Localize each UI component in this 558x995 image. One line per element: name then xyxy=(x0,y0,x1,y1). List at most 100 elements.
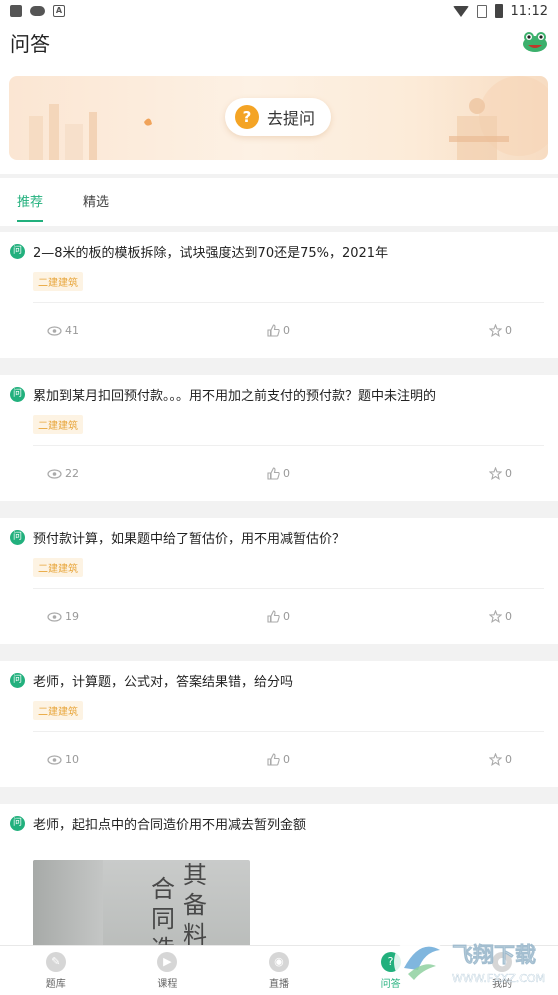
likes-count: 0 xyxy=(283,610,290,623)
status-time: 11:12 xyxy=(510,3,548,19)
favorite-button[interactable]: 0 xyxy=(489,610,512,623)
question-line: 问 2—8米的板的模板拆除，试块强度达到70还是75%，2021年 xyxy=(10,242,388,261)
views-count: 19 xyxy=(65,610,79,623)
favorite-button[interactable]: 0 xyxy=(489,753,512,766)
bottom-navigation: ✎ 题库 ▶ 课程 ◉ 直播 ? 问答 ● 我的 xyxy=(0,945,558,995)
question-card[interactable]: 问 老师，起扣点中的合同造价用不用减去暂列金额 其备料 合同造 xyxy=(0,804,558,990)
stats-row: 22 0 0 xyxy=(0,467,558,485)
question-badge: 问 xyxy=(10,530,25,545)
ask-banner: ? 去提问 xyxy=(9,76,548,160)
eye-icon xyxy=(47,468,62,479)
nav-courses[interactable]: ▶ 课程 xyxy=(112,946,224,995)
stats-row: 10 0 0 xyxy=(0,753,558,771)
like-button[interactable]: 0 xyxy=(267,324,290,337)
likes-count: 0 xyxy=(283,467,290,480)
profile-icon: ● xyxy=(492,951,513,972)
views-stat: 41 xyxy=(47,324,79,337)
category-tag: 二建建筑 xyxy=(33,558,83,577)
question-badge: 问 xyxy=(10,244,25,259)
status-bar: A 11:12 xyxy=(0,0,558,22)
tab-recommended[interactable]: 推荐 xyxy=(17,178,44,226)
question-badge: 问 xyxy=(10,387,25,402)
nav-label: 题库 xyxy=(45,978,66,990)
tab-featured[interactable]: 精选 xyxy=(83,178,109,226)
like-button[interactable]: 0 xyxy=(267,753,290,766)
views-stat: 22 xyxy=(47,467,79,480)
play-icon: ▶ xyxy=(157,951,178,972)
question-line: 问 预付款计算，如果题中给了暂估价，用不用减暂估价？ xyxy=(10,528,345,547)
question-card[interactable]: 问 累加到某月扣回预付款。。。用不用加之前支付的预付款？题中未注明的 二建建筑 … xyxy=(0,375,558,501)
stats-row: 19 0 0 xyxy=(0,610,558,628)
nav-qa[interactable]: ? 问答 xyxy=(335,946,447,995)
question-mark-icon: ? xyxy=(235,105,259,129)
nav-label: 课程 xyxy=(157,978,178,990)
nav-label: 我的 xyxy=(492,978,513,990)
question-badge: 问 xyxy=(10,816,25,831)
app-header: 问答 xyxy=(0,22,558,62)
question-text: 2—8米的板的模板拆除，试块强度达到70还是75%，2021年 xyxy=(33,246,389,261)
views-count: 22 xyxy=(65,467,79,480)
star-icon xyxy=(489,610,502,623)
nav-label: 直播 xyxy=(268,978,289,990)
like-button[interactable]: 0 xyxy=(267,610,290,623)
star-icon xyxy=(489,753,502,766)
frog-avatar-icon[interactable] xyxy=(522,31,548,53)
eye-icon xyxy=(47,325,62,336)
question-text: 老师，计算题，公式对，答案结果错，给分吗 xyxy=(33,675,294,690)
battery-icon xyxy=(494,4,503,18)
question-text: 累加到某月扣回预付款。。。用不用加之前支付的预付款？题中未注明的 xyxy=(33,389,437,404)
nav-question-bank[interactable]: ✎ 题库 xyxy=(0,946,112,995)
views-count: 10 xyxy=(65,753,79,766)
favorites-count: 0 xyxy=(505,753,512,766)
question-line: 问 累加到某月扣回预付款。。。用不用加之前支付的预付款？题中未注明的 xyxy=(10,385,436,404)
banner-section: ? 去提问 xyxy=(0,62,558,174)
views-stat: 19 xyxy=(47,610,79,623)
category-tag: 二建建筑 xyxy=(33,701,83,720)
question-line: 问 老师，起扣点中的合同造价用不用减去暂列金额 xyxy=(10,814,306,833)
question-text: 预付款计算，如果题中给了暂估价，用不用减暂估价？ xyxy=(33,532,346,547)
notification-square-icon xyxy=(10,5,22,17)
views-stat: 10 xyxy=(47,753,79,766)
favorites-count: 0 xyxy=(505,467,512,480)
favorite-button[interactable]: 0 xyxy=(489,324,512,337)
question-badge: 问 xyxy=(10,673,25,688)
nav-label: 问答 xyxy=(380,978,401,990)
divider xyxy=(33,731,544,732)
views-count: 41 xyxy=(65,324,79,337)
nav-profile[interactable]: ● 我的 xyxy=(446,946,558,995)
question-bank-icon: ✎ xyxy=(45,951,66,972)
question-text: 老师，起扣点中的合同造价用不用减去暂列金额 xyxy=(33,818,307,833)
question-card[interactable]: 问 老师，计算题，公式对，答案结果错，给分吗 二建建筑 10 0 0 xyxy=(0,661,558,787)
star-icon xyxy=(489,467,502,480)
thumbs-up-icon xyxy=(267,753,280,766)
ask-question-button[interactable]: ? 去提问 xyxy=(225,98,331,136)
photo-text-column: 其备料 xyxy=(183,861,207,949)
divider xyxy=(33,302,544,303)
favorite-button[interactable]: 0 xyxy=(489,467,512,480)
wifi-icon xyxy=(452,5,469,17)
question-line: 问 老师，计算题，公式对，答案结果错，给分吗 xyxy=(10,671,293,690)
thumbs-up-icon xyxy=(267,467,280,480)
no-sim-icon xyxy=(476,4,487,18)
question-card[interactable]: 问 2—8米的板的模板拆除，试块强度达到70还是75%，2021年 二建建筑 4… xyxy=(0,232,558,358)
likes-count: 0 xyxy=(283,324,290,337)
divider xyxy=(33,445,544,446)
nav-live[interactable]: ◉ 直播 xyxy=(223,946,335,995)
question-card[interactable]: 问 预付款计算，如果题中给了暂估价，用不用减暂估价？ 二建建筑 19 0 0 xyxy=(0,518,558,644)
thumbs-up-icon xyxy=(267,610,280,623)
likes-count: 0 xyxy=(283,753,290,766)
screen: A 11:12 问答 ? 去提问 推荐 精选 问 2—8米的板的模板拆除，试块强… xyxy=(0,0,558,995)
page-title: 问答 xyxy=(10,31,50,56)
category-tag: 二建建筑 xyxy=(33,415,83,434)
qa-icon: ? xyxy=(380,951,401,972)
ask-question-label: 去提问 xyxy=(267,109,316,128)
like-button[interactable]: 0 xyxy=(267,467,290,480)
eye-icon xyxy=(47,611,62,622)
category-tag: 二建建筑 xyxy=(33,272,83,291)
tab-bar: 推荐 精选 xyxy=(0,178,558,226)
favorites-count: 0 xyxy=(505,610,512,623)
eye-icon xyxy=(47,754,62,765)
cloud-icon xyxy=(30,6,45,16)
favorites-count: 0 xyxy=(505,324,512,337)
live-icon: ◉ xyxy=(268,951,289,972)
